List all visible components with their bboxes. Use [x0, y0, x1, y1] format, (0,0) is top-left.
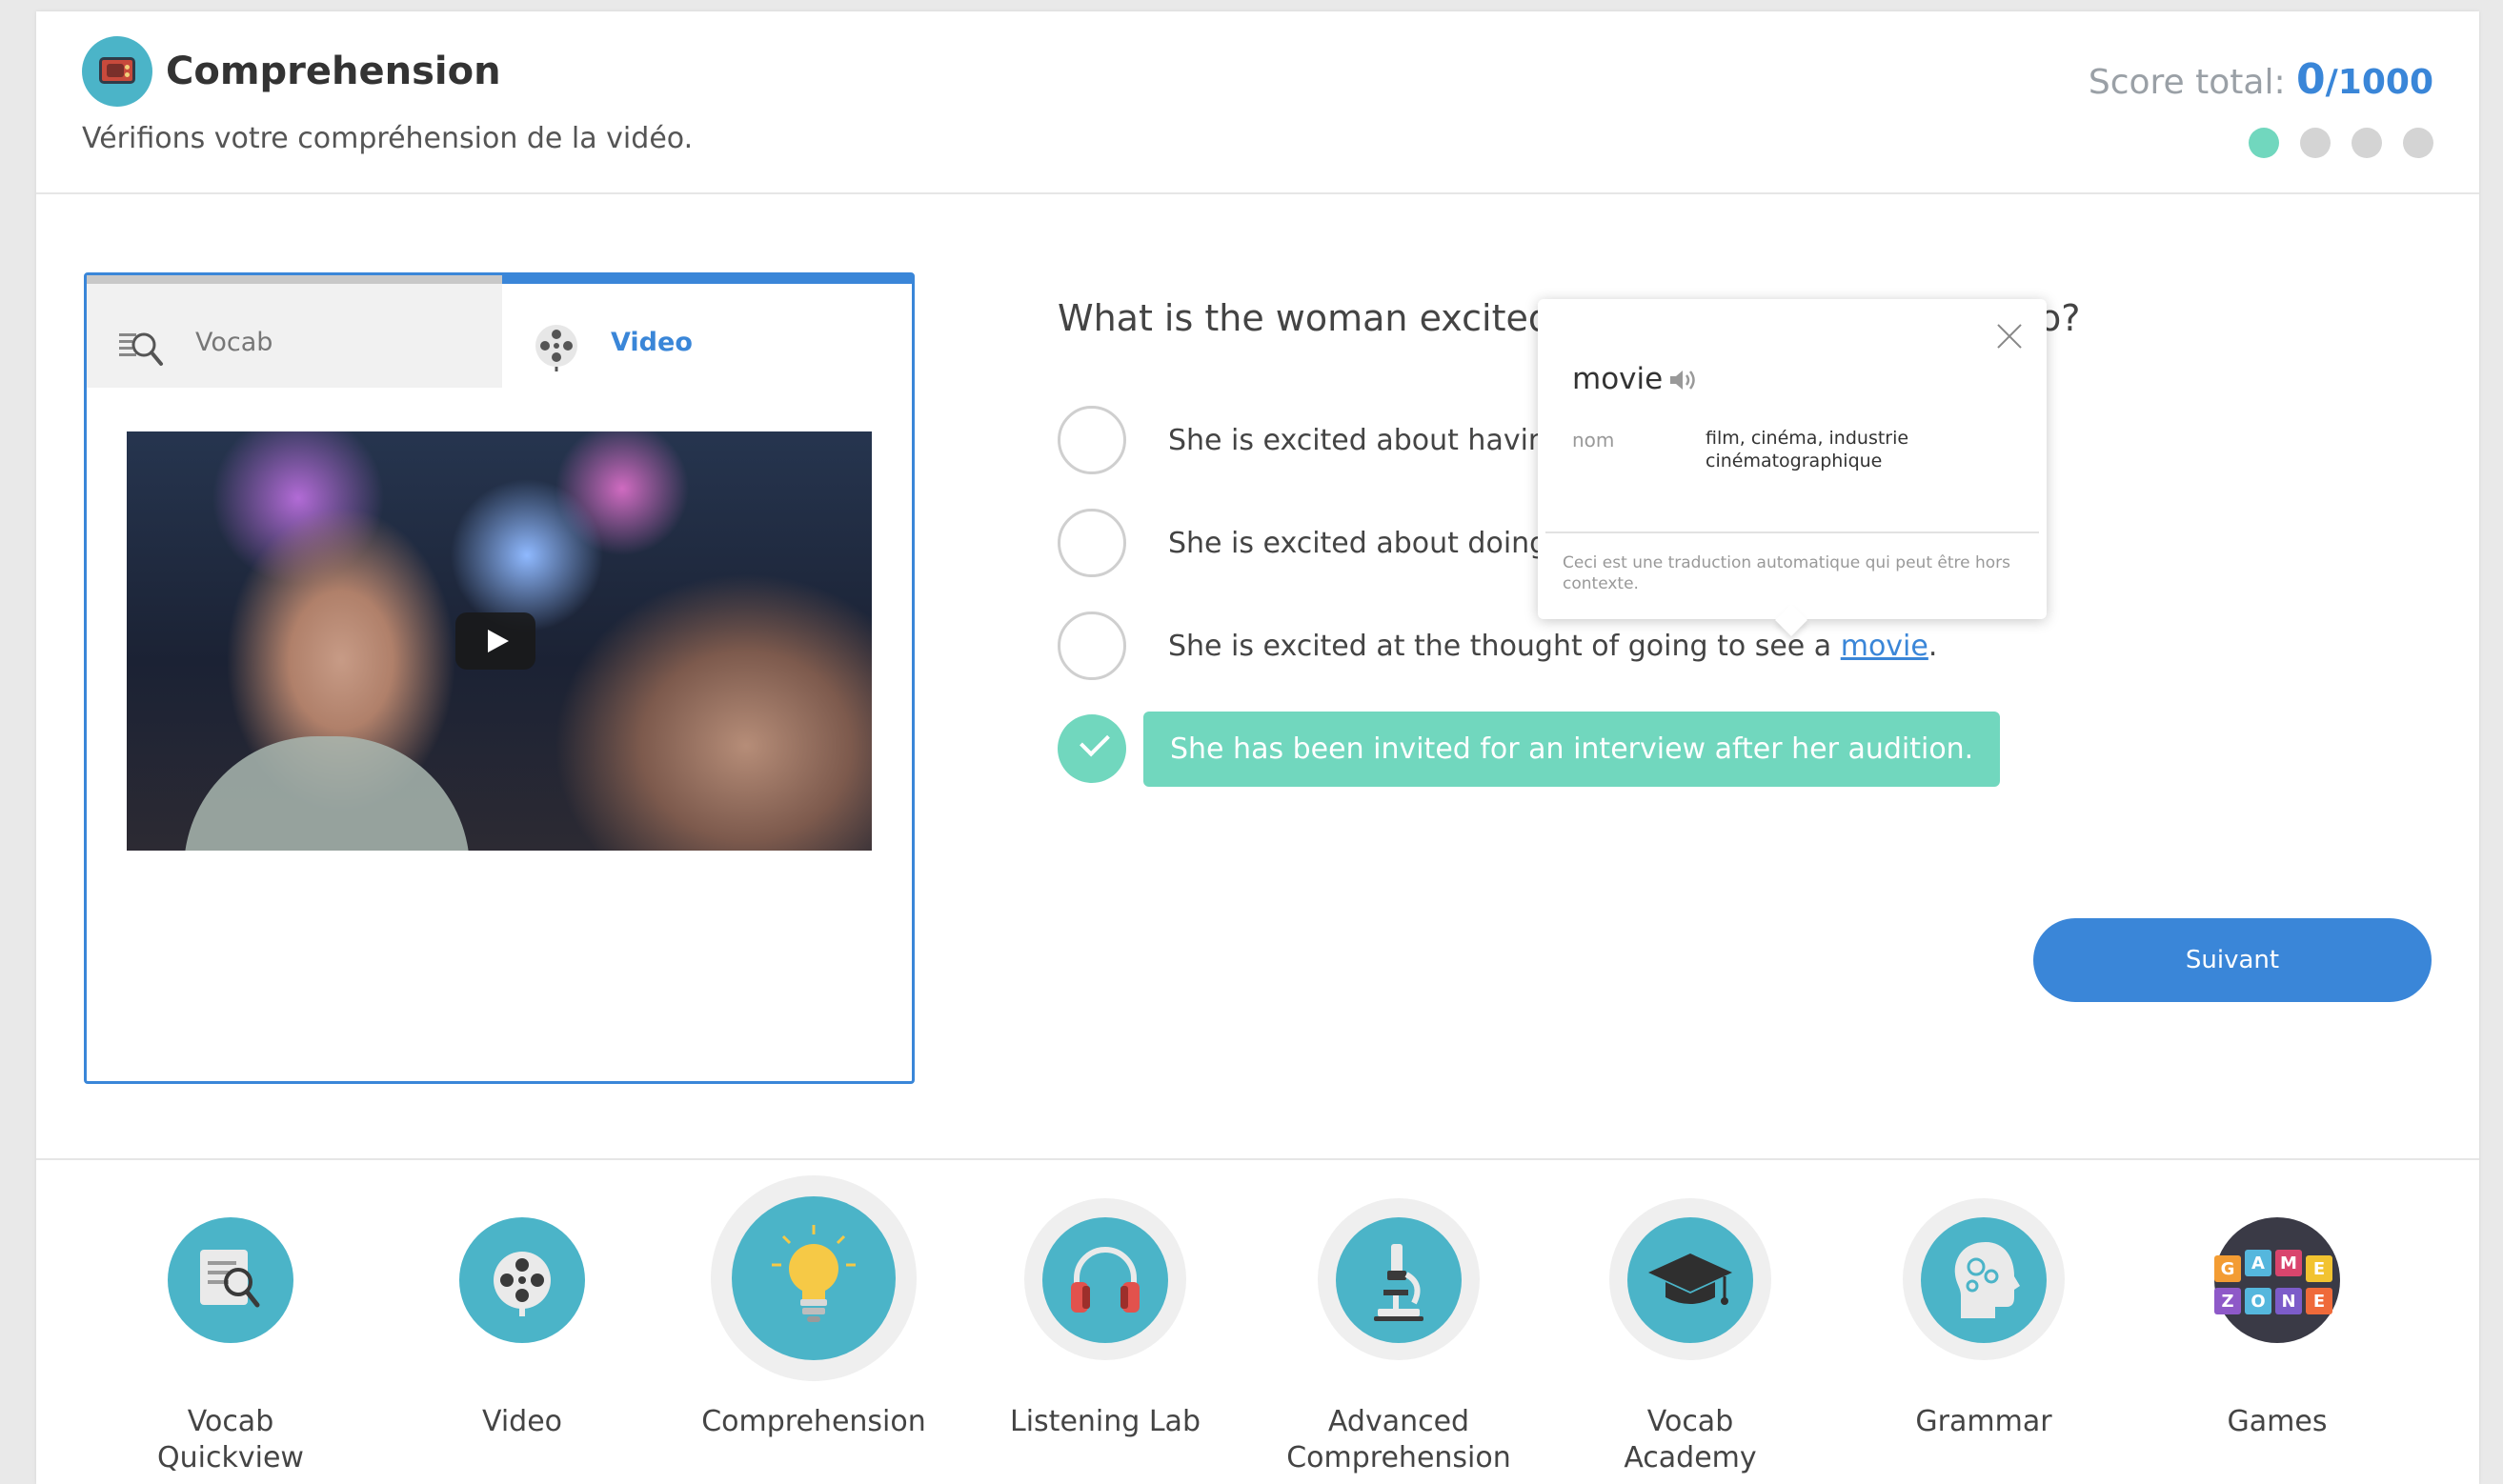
score-max: /1000 [2325, 63, 2433, 102]
media-panel: Vocab Video [84, 272, 915, 1084]
progress-dots [2249, 128, 2433, 158]
lightbulb-icon [732, 1196, 896, 1360]
game-zone-icon: G A M E Z O N E [2214, 1217, 2340, 1343]
progress-dot [2249, 128, 2279, 158]
vocab-quickview-icon [168, 1217, 293, 1343]
nav-label: Comprehension [701, 1405, 926, 1438]
brain-gears-icon [1921, 1217, 2047, 1343]
svg-text:M: M [2280, 1253, 2297, 1273]
svg-text:O: O [2251, 1292, 2265, 1312]
lesson-card: Comprehension Vérifions votre compréhens… [36, 11, 2479, 1484]
page-title: Comprehension [166, 50, 501, 93]
microscope-icon [1336, 1217, 1462, 1343]
svg-text:A: A [2251, 1253, 2265, 1273]
score-value: 0 [2296, 55, 2326, 104]
nav-label: Grammar [1915, 1405, 2052, 1438]
svg-text:E: E [2313, 1292, 2325, 1312]
answer-option[interactable]: She is excited about having sa [1058, 402, 1606, 478]
nav-label: Advanced Comprehension [1286, 1405, 1511, 1474]
close-icon[interactable] [1993, 320, 2026, 352]
page-subtitle: Vérifions votre compréhension de la vidé… [82, 122, 694, 155]
answer-text: She has been invited for an interview af… [1143, 711, 2001, 787]
radio-button[interactable] [1058, 612, 1126, 680]
film-reel-icon [459, 1217, 585, 1343]
svg-text:Z: Z [2221, 1292, 2233, 1312]
progress-dot [2352, 128, 2382, 158]
divider [1545, 531, 2039, 533]
nav-label: Video [481, 1405, 563, 1438]
score-label: Score total: [2088, 63, 2286, 102]
translation-text: film, cinéma, industrie cinématographiqu… [1706, 428, 1909, 471]
radio-button[interactable] [1058, 509, 1126, 577]
film-reel-icon [535, 325, 577, 371]
answer-text-part: . [1928, 629, 1938, 663]
speaker-icon[interactable] [1667, 366, 1700, 394]
video-still [184, 736, 470, 851]
progress-dot [2300, 128, 2331, 158]
part-of-speech: nom [1572, 429, 1615, 451]
play-button[interactable] [455, 612, 535, 670]
checkmark-icon[interactable] [1058, 714, 1126, 783]
answer-text: She is excited at the thought of going t… [1168, 630, 1937, 663]
answer-text: She is excited about doing so [1168, 526, 1589, 560]
tab-video[interactable]: Video [502, 275, 912, 388]
popup-word: movie [1572, 362, 1664, 396]
svg-text:G: G [2221, 1259, 2235, 1279]
tab-vocab[interactable]: Vocab [87, 275, 502, 388]
svg-text:N: N [2281, 1292, 2295, 1312]
score-total: Score total: 0/1000 [2089, 55, 2433, 104]
radio-button[interactable] [1058, 406, 1126, 474]
nav-label: Vocab Quickview [157, 1405, 304, 1474]
headphones-icon [1042, 1217, 1168, 1343]
tv-icon [82, 36, 152, 107]
answer-option-selected[interactable]: She has been invited for an interview af… [1058, 711, 2001, 787]
next-button[interactable]: Suivant [2033, 918, 2432, 1002]
tab-video-label: Video [611, 328, 693, 357]
answer-option[interactable]: She is excited about doing so [1058, 505, 1589, 581]
answer-text-part: She is excited at the thought of going t… [1168, 629, 1841, 663]
graduation-cap-icon [1627, 1217, 1753, 1343]
question-text: What is the woman excited ab [1058, 297, 1607, 339]
translation-popup: movie nom film, cinéma, industrie cinéma… [1538, 299, 2047, 619]
svg-text:E: E [2313, 1259, 2325, 1279]
video-player[interactable] [127, 431, 872, 851]
translation-note: Ceci est une traduction automatique qui … [1563, 553, 2011, 593]
progress-dot [2403, 128, 2433, 158]
nav-label: Vocab Academy [1624, 1405, 1757, 1474]
lesson-nav: Vocab Quickview Video Comprehension List… [36, 1158, 2479, 1484]
tab-vocab-label: Vocab [195, 328, 273, 357]
question-text-start: What is the woman excited ab [1058, 297, 1608, 339]
nav-label: Listening Lab [1010, 1405, 1201, 1438]
vocab-word-link[interactable]: movie [1841, 630, 1928, 663]
vocab-magnifier-icon [119, 332, 163, 366]
lesson-header: Comprehension Vérifions votre compréhens… [36, 11, 2479, 194]
nav-label: Games [2227, 1405, 2328, 1438]
